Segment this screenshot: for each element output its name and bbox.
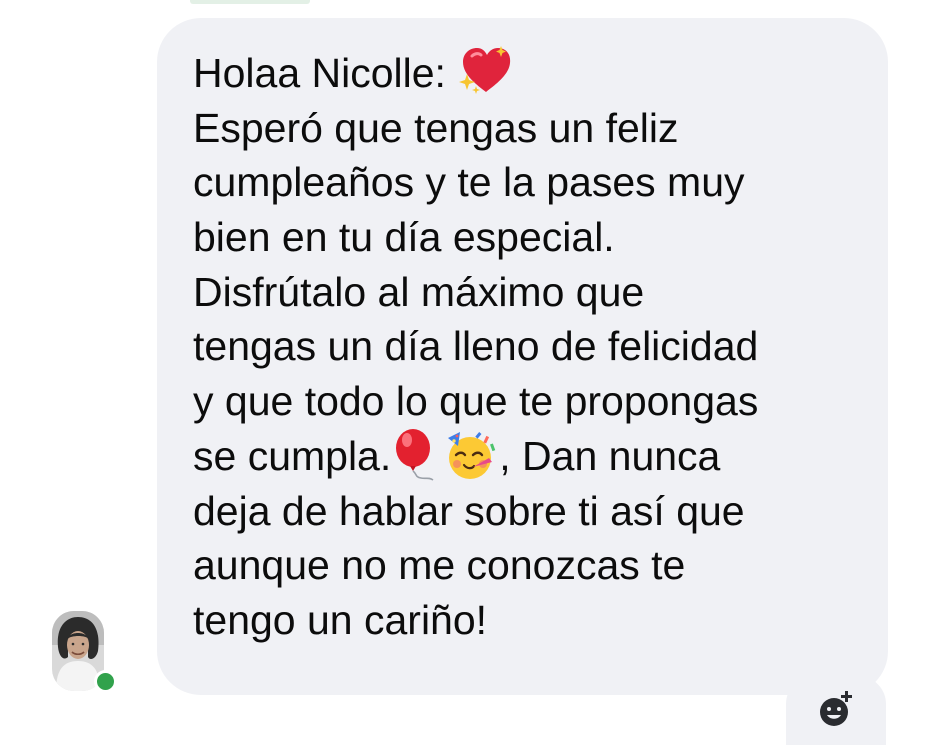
message-line: deja de hablar sobre ti así que xyxy=(193,487,745,534)
message-line: bien en tu día especial. xyxy=(193,214,615,261)
message-line: cumpleaños y te la pases muy xyxy=(193,159,745,206)
message-line: aunque no me conozcas te xyxy=(193,542,686,589)
previous-message-edge xyxy=(190,0,310,4)
message-line: Esperó que tengas un feliz xyxy=(193,104,679,151)
chat-screen: Holaa Nicolle: Esperó que tengas un feli… xyxy=(0,0,941,745)
message-line: se cumpla., Dan nunca xyxy=(193,428,873,484)
message-line: y que todo lo que te propongas xyxy=(193,378,759,425)
message-text: Holaa Nicolle: Esperó que tengas un feli… xyxy=(193,46,873,648)
message-line: Holaa Nicolle: xyxy=(193,46,873,101)
add-reaction-button[interactable] xyxy=(786,676,886,745)
sender-avatar[interactable] xyxy=(52,611,117,693)
add-reaction-icon xyxy=(820,691,852,726)
message-line: tengas un día lleno de felicidad xyxy=(193,323,759,370)
partying-face-icon xyxy=(443,428,499,482)
balloon-icon xyxy=(391,428,439,482)
message-bubble[interactable]: Holaa Nicolle: Esperó que tengas un feli… xyxy=(157,18,888,695)
message-line: tengo un cariño! xyxy=(193,596,488,643)
online-status-dot xyxy=(94,670,117,693)
message-line: Disfrútalo al máximo que xyxy=(193,268,645,315)
sparkling-heart-icon xyxy=(457,44,513,96)
